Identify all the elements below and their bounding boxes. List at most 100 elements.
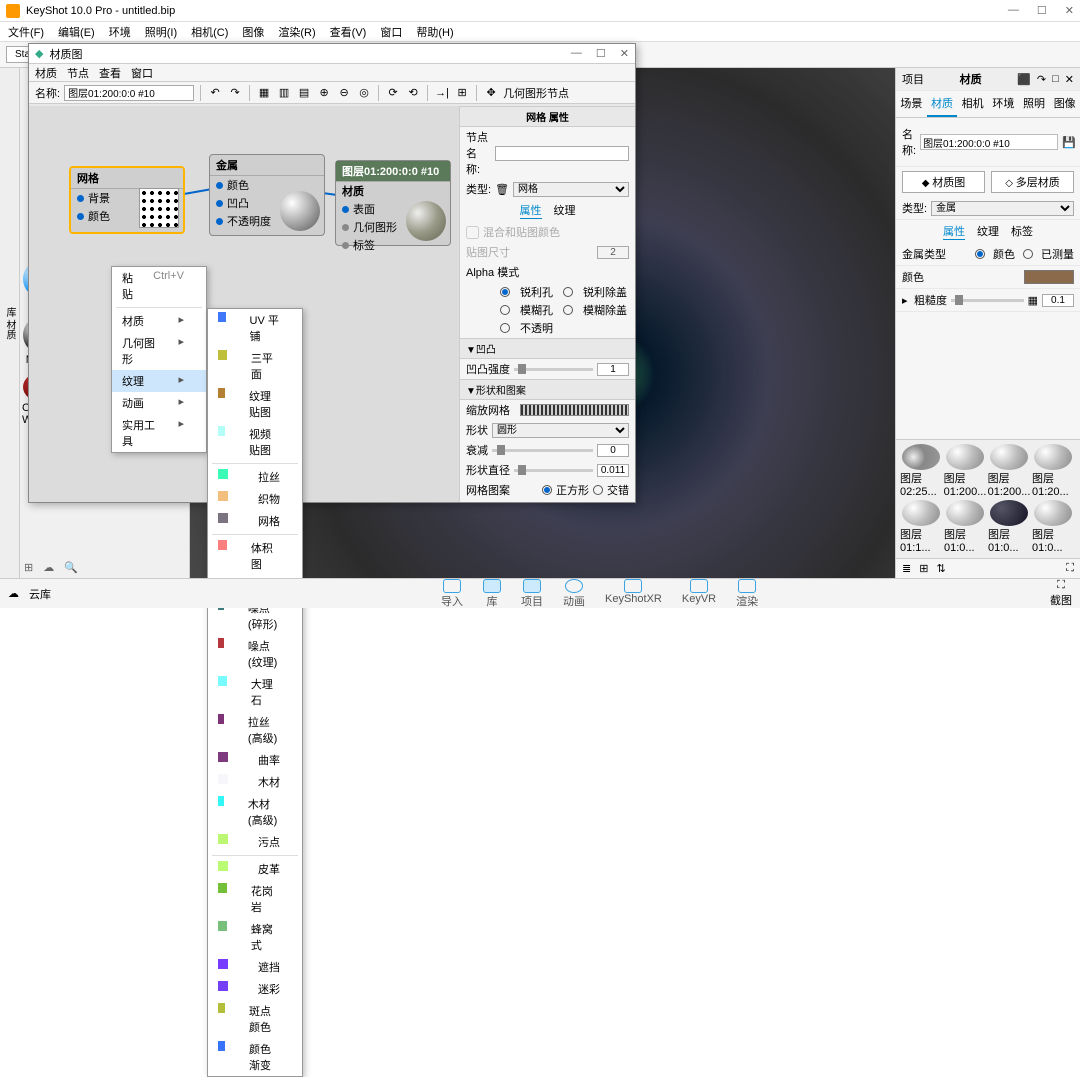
material-name-input[interactable] — [920, 134, 1058, 150]
radio-measured[interactable] — [1023, 249, 1033, 259]
node-name-input[interactable] — [495, 146, 629, 161]
tb-icon[interactable]: →| — [434, 85, 450, 101]
menu-help[interactable]: 帮助(H) — [416, 24, 453, 40]
dock-library[interactable]: 库 — [483, 579, 501, 609]
panel-tool-icon[interactable]: □ — [1052, 73, 1059, 86]
ptab-label[interactable]: 标签 — [1011, 223, 1033, 240]
tb-icon[interactable]: ⟲ — [405, 85, 421, 101]
tb-icon[interactable]: ✥ — [483, 85, 499, 101]
dock-keyvr[interactable]: KeyVR — [682, 579, 716, 609]
search-icon[interactable]: 🔍 — [64, 561, 78, 574]
multi-material-button[interactable]: ◇ 多层材质 — [991, 171, 1074, 193]
menu-file[interactable]: 文件(F) — [8, 24, 44, 40]
ctx-item[interactable]: 拉丝 (高级) — [208, 711, 302, 749]
ctx-item[interactable]: 纹理贴图 — [208, 385, 302, 423]
bump-slider[interactable] — [514, 368, 593, 371]
win-minimize-icon[interactable]: — — [571, 47, 582, 60]
tb-icon[interactable]: ▦ — [256, 85, 272, 101]
scene-mat-thumb[interactable]: 图层01:0... — [988, 500, 1030, 554]
wmenu-window[interactable]: 窗口 — [131, 65, 153, 81]
node-mesh[interactable]: 网格 背景 颜色 — [69, 166, 185, 234]
roughness-slider[interactable] — [951, 299, 1024, 302]
menu-light[interactable]: 照明(I) — [145, 24, 177, 40]
list-view-icon[interactable]: ≣ — [902, 562, 911, 575]
scene-mat-thumb[interactable]: 图层01:0... — [944, 500, 986, 554]
menu-window[interactable]: 窗口 — [380, 24, 402, 40]
ptab-texture[interactable]: 纹理 — [977, 223, 999, 240]
ctx-item[interactable]: UV 平铺 — [208, 309, 302, 347]
ctx-item[interactable]: 三平面 — [208, 347, 302, 385]
alpha-radio[interactable] — [500, 305, 510, 315]
diam-slider[interactable] — [514, 469, 593, 472]
material-graph-button[interactable]: ◆ 材质图 — [902, 171, 985, 193]
node-layer[interactable]: 图层01:200:0:0 #10 材质 表面 几何图形 标签 — [335, 160, 451, 246]
node-metal[interactable]: 金属 颜色 凹凸 不透明度 — [209, 154, 325, 236]
ctx-item[interactable]: 花岗岩 — [208, 880, 302, 918]
panel-tool-icon[interactable]: ↷ — [1037, 73, 1046, 86]
ctx-item[interactable]: 视频贴图 — [208, 423, 302, 461]
ctx-item[interactable]: 遮挡 — [208, 956, 302, 978]
sort-icon[interactable]: ⇅ — [936, 562, 945, 575]
panel-close-icon[interactable]: ✕ — [1065, 73, 1074, 86]
wmenu-view[interactable]: 查看 — [99, 65, 121, 81]
ctx-item[interactable]: 颜色渐变 — [208, 1038, 302, 1076]
atten-input[interactable] — [597, 444, 629, 457]
menu-camera[interactable]: 相机(C) — [191, 24, 228, 40]
geom-nodes-label[interactable]: 几何图形节点 — [503, 85, 569, 101]
ctx-item[interactable]: 网格 — [208, 510, 302, 532]
win-maximize-icon[interactable]: ☐ — [596, 47, 606, 60]
tb-icon[interactable]: ↷ — [227, 85, 243, 101]
menu-render[interactable]: 渲染(R) — [278, 24, 315, 40]
ctx-utility[interactable]: 实用工具 — [112, 414, 206, 452]
tab-camera[interactable]: 相机 — [957, 91, 988, 117]
dock-keyshotxr[interactable]: KeyShotXR — [605, 579, 662, 609]
pat-radio[interactable] — [593, 485, 603, 495]
ctx-item[interactable]: 斑点颜色 — [208, 1000, 302, 1038]
ctx-item[interactable]: 噪点 (纹理) — [208, 635, 302, 673]
cloud-icon[interactable]: ☁ — [8, 587, 19, 600]
tab-image[interactable]: 图像 — [1049, 91, 1080, 117]
ptab-properties[interactable]: 属性 — [943, 223, 965, 240]
ctx-geometry[interactable]: 几何图形 — [112, 332, 206, 370]
tb-icon[interactable]: ▥ — [276, 85, 292, 101]
section-shape[interactable]: ▼形状和图案 — [460, 379, 635, 400]
alpha-radio[interactable] — [500, 323, 510, 333]
atten-slider[interactable] — [492, 449, 593, 452]
alpha-radio[interactable] — [563, 287, 573, 297]
ctx-item[interactable]: 皮革 — [208, 858, 302, 880]
tb-icon[interactable]: ◎ — [356, 85, 372, 101]
tab-scene[interactable]: 场景 — [896, 91, 927, 117]
tab-material[interactable]: 材质 — [927, 91, 958, 117]
wmenu-material[interactable]: 材质 — [35, 65, 57, 81]
ctx-animation[interactable]: 动画 — [112, 392, 206, 414]
pat-radio[interactable] — [542, 485, 552, 495]
tb-icon[interactable]: ▤ — [296, 85, 312, 101]
tb-icon[interactable]: ⟳ — [385, 85, 401, 101]
maximize-icon[interactable]: ☐ — [1037, 4, 1047, 17]
ctx-item[interactable]: 蜂窝式 — [208, 918, 302, 956]
mat-name-input[interactable] — [64, 85, 194, 101]
dock-render[interactable]: 渲染 — [736, 579, 758, 609]
scene-mat-thumb[interactable]: 图层01:200... — [944, 444, 986, 498]
ctx-item[interactable]: 曲率 — [208, 749, 302, 771]
alpha-radio[interactable] — [500, 287, 510, 297]
menu-env[interactable]: 环境 — [109, 24, 131, 40]
alpha-radio[interactable] — [563, 305, 573, 315]
dock-import[interactable]: 导入 — [441, 579, 463, 609]
ptab-props[interactable]: 属性 — [520, 202, 542, 219]
tb-icon[interactable]: ⊖ — [336, 85, 352, 101]
menu-edit[interactable]: 编辑(E) — [58, 24, 95, 40]
scene-mat-thumb[interactable]: 图层01:1... — [900, 500, 942, 554]
trash-icon[interactable]: 🗑 — [495, 183, 509, 196]
grid-view-icon[interactable]: ⊞ — [24, 561, 33, 574]
minimize-icon[interactable]: — — [1008, 4, 1019, 17]
menu-view[interactable]: 查看(V) — [330, 24, 367, 40]
ctx-item[interactable]: 拉丝 — [208, 466, 302, 488]
ctx-item[interactable]: 污点 — [208, 831, 302, 853]
tb-icon[interactable]: ↶ — [207, 85, 223, 101]
scale-widget[interactable] — [520, 404, 629, 416]
grid-view-icon[interactable]: ⊞ — [919, 562, 928, 575]
save-icon[interactable]: 💾 — [1062, 136, 1076, 149]
roughness-input[interactable] — [1042, 294, 1074, 307]
screenshot-icon[interactable]: ⛶ — [1057, 579, 1065, 592]
